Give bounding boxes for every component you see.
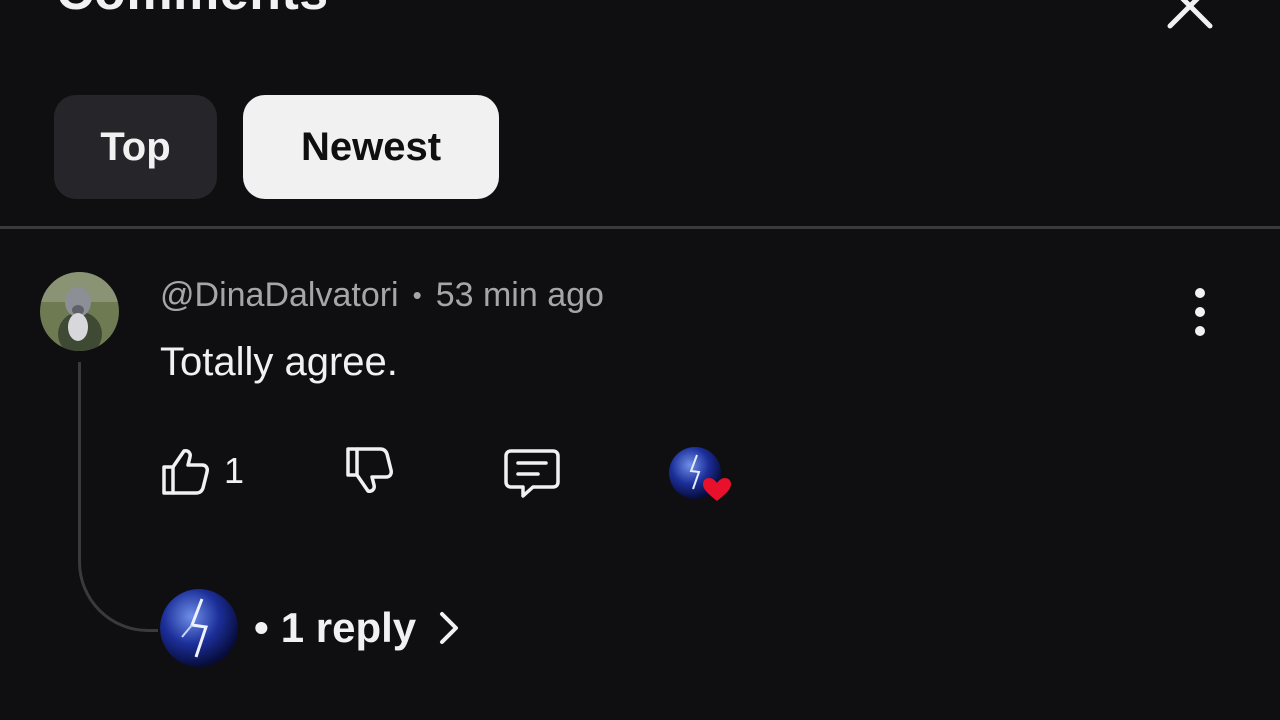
replies-count: 1 reply: [280, 604, 417, 651]
more-options-button[interactable]: [1180, 288, 1220, 336]
like-count: 1: [224, 450, 245, 491]
reply-icon: [504, 449, 560, 498]
comment-meta: @DinaDalvatori • 53 min ago: [160, 276, 604, 315]
tab-newest[interactable]: Newest: [243, 95, 499, 199]
thumbs-up-icon: [162, 449, 209, 495]
comments-panel: Comments Top Newest @DinaDalvatori • 53 …: [0, 0, 1280, 720]
thumbs-down-icon: [346, 447, 393, 493]
tab-top[interactable]: Top: [54, 95, 217, 199]
meta-separator: •: [412, 280, 422, 310]
replies-link[interactable]: • 1 reply: [160, 588, 464, 668]
avatar[interactable]: [40, 272, 119, 351]
reply-avatar: [160, 589, 238, 667]
chevron-right-icon: [440, 612, 459, 644]
comment-time: 53 min ago: [435, 276, 604, 314]
replies-prefix: •: [254, 604, 269, 651]
close-button[interactable]: [1162, 0, 1218, 34]
comment-author[interactable]: @DinaDalvatori: [160, 276, 399, 315]
sort-tabs: Top Newest: [54, 95, 499, 199]
close-icon: [1167, 0, 1213, 29]
reply-button[interactable]: [503, 445, 561, 506]
more-dot: [1195, 288, 1205, 298]
more-dot: [1195, 326, 1205, 336]
panel-title: Comments: [56, 0, 329, 22]
dislike-button[interactable]: [342, 445, 394, 502]
thread-line: [78, 362, 158, 632]
divider: [0, 226, 1280, 229]
like-button[interactable]: 1: [158, 445, 244, 497]
creator-heart-badge: [667, 445, 737, 507]
comment-text: Totally agree.: [160, 340, 398, 384]
more-dot: [1195, 307, 1205, 317]
